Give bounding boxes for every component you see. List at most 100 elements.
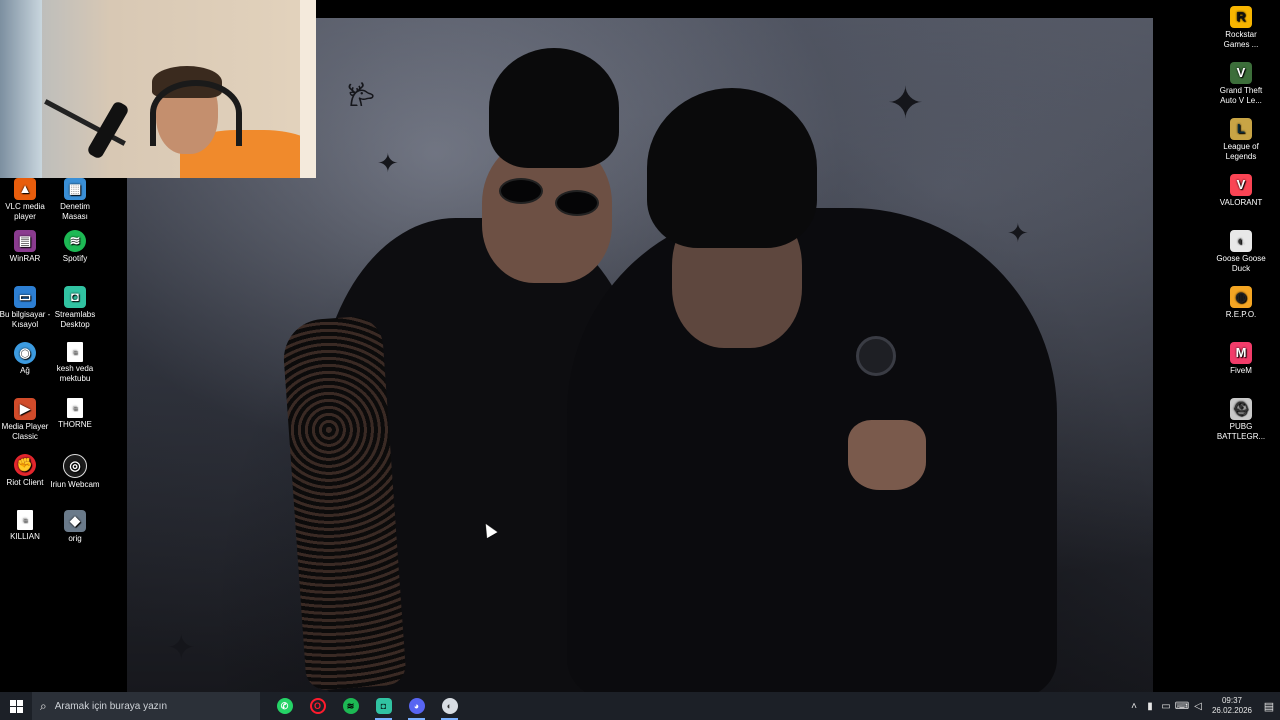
spotify-icon: ≋ [64,230,86,252]
desktop-icon-label: VALORANT [1219,198,1263,207]
desktop-icon-label: League of Legends [1223,142,1259,161]
spotify-icon: ≋ [342,698,359,714]
desktop-icon-label: Riot Client [6,478,44,487]
desktop-icon-label: orig [68,534,82,543]
desktop-icon-control-panel[interactable]: ▦ Denetim Masası [47,178,103,222]
iriun-webcam-icon: ◎ [63,454,87,478]
desktop-icon-label: Iriun Webcam [50,480,100,489]
volume-icon[interactable]: ◁ [1190,701,1206,712]
microphone [86,100,130,160]
valorant-icon: V [1230,174,1252,196]
desktop-icon-goose-goose-duck[interactable]: ◐ Goose Goose Duck [1213,230,1269,274]
rockstar-icon: R [1230,6,1252,28]
desktop-icon-media-player-classic[interactable]: ▶ Media Player Classic [0,398,53,442]
taskbar: ⌕ Aramak için buraya yazın ✆ O ≋ ◘ ◕ ◐ ˄… [0,692,1280,720]
desktop-icon-gta-v[interactable]: V Grand Theft Auto V Le... [1213,62,1269,106]
repo-icon: ◍ [1230,286,1252,308]
wall [300,0,316,178]
crow-decoration: ✦ [167,629,196,667]
image-file-icon: ◆ [64,510,86,532]
sunglasses-left [499,178,543,204]
text-file-icon: ≡ [17,510,33,530]
desktop-icon-label: KILLIAN [10,532,40,541]
taskbar-search-box[interactable]: ⌕ Aramak için buraya yazın [32,692,260,720]
network-icon[interactable]: ▭ [1158,701,1174,712]
desktop-icon-spotify[interactable]: ≋ Spotify [47,230,103,264]
desktop-icon-orig[interactable]: ◆ orig [47,510,103,544]
crow-decoration: 𐂂 [347,82,375,112]
search-icon: ⌕ [40,698,47,713]
clock-date: 26.02.2026 [1211,706,1253,715]
desktop-icon-label: WinRAR [9,254,41,263]
desktop-icon-label: PUBG BATTLEGR... [1216,422,1266,441]
text-file-icon: ≡ [67,342,83,362]
keyboard-icon[interactable]: ⌨ [1174,701,1190,712]
taskbar-app-opera[interactable]: O [301,692,334,720]
background-monitor [0,0,42,178]
system-tray: ˄ ▮ ▭ ⌨ ◁ 09:37 26.02.2026 ▤ [1126,692,1280,720]
media-player-classic-icon: ▶ [14,398,36,420]
crow-decoration: ✦ [377,148,399,178]
chevron-up-icon[interactable]: ˄ [1126,701,1142,712]
taskbar-app-spotify[interactable]: ≋ [334,692,367,720]
desktop-icon-winrar[interactable]: ▤ WinRAR [0,230,53,264]
start-button[interactable] [0,692,32,720]
desktop-icon-riot-client[interactable]: ✊ Riot Client [0,454,53,488]
desktop-icon-repo[interactable]: ◍ R.E.P.O. [1213,286,1269,320]
wristwatch [856,336,896,376]
taskbar-app-streamlabs[interactable]: ◘ [367,692,400,720]
hand [848,420,926,490]
discord-icon: ◕ [408,698,425,714]
taskbar-clock[interactable]: 09:37 26.02.2026 [1210,696,1254,716]
desktop-icon-thorne[interactable]: ≡ THORNE [47,398,103,430]
desktop-icon-network[interactable]: ◉ Ağ [0,342,53,376]
desktop-icon-this-pc[interactable]: ▭ Bu bilgisayar - Kısayol [0,286,53,330]
crow-decoration: ✦ [1007,218,1029,248]
control-panel-icon: ▦ [64,178,86,200]
search-placeholder: Aramak için buraya yazın [54,700,168,712]
desktop-icon-label: Ağ [20,366,30,375]
desktop-icon-label: kesh veda mektubu [56,364,94,383]
riot-client-icon: ✊ [14,454,36,476]
winrar-icon: ▤ [14,230,36,252]
gta-v-icon: V [1230,62,1252,84]
desktop-icon-pubg[interactable]: ⛑ PUBG BATTLEGR... [1213,398,1269,442]
desktop-icon-iriun-webcam[interactable]: ◎ Iriun Webcam [47,454,103,490]
desktop-icon-label: VLC media player [5,202,45,221]
goose-goose-duck-icon: ◐ [1230,230,1252,252]
desktop-icon-label: THORNE [58,420,92,429]
man-left-hair [489,48,619,168]
desktop-icon-label: R.E.P.O. [1225,310,1257,319]
streamlabs-icon: ◘ [64,286,86,308]
microphone-icon[interactable]: ▮ [1142,701,1158,712]
desktop-icon-kesh-veda-mektubu[interactable]: ≡ kesh veda mektubu [47,342,103,384]
desktop-icon-killian[interactable]: ≡ KILLIAN [0,510,53,542]
desktop-icon-label: Rockstar Games ... [1223,30,1259,49]
desktop-icon-vlc[interactable]: ▲ VLC media player [0,178,53,222]
league-of-legends-icon: L [1230,118,1252,140]
desktop-icon-label: Denetim Masası [60,202,90,221]
headset [150,80,242,146]
fivem-icon: M [1230,342,1252,364]
sunglasses-right [555,190,599,216]
streamlabs-icon: ◘ [375,698,392,714]
taskbar-app-whatsapp[interactable]: ✆ [268,692,301,720]
desktop-icon-streamlabs[interactable]: ◘ Streamlabs Desktop [47,286,103,330]
desktop-icon-valorant[interactable]: V VALORANT [1213,174,1269,208]
man-right-hair [647,88,817,248]
windows-logo-icon [9,699,23,713]
webcam-overlay [0,0,316,178]
desktop-icon-fivem[interactable]: M FiveM [1213,342,1269,376]
desktop-icon-league-of-legends[interactable]: L League of Legends [1213,118,1269,162]
network-icon: ◉ [14,342,36,364]
desktop-icon-label: Grand Theft Auto V Le... [1219,86,1263,105]
taskbar-app-discord[interactable]: ◕ [400,692,433,720]
man-right-figure [567,208,1057,698]
desktop-icon-label: Bu bilgisayar - Kısayol [0,310,51,329]
clock-time: 09:37 [1221,696,1243,705]
desktop-icon-rockstar[interactable]: R Rockstar Games ... [1213,6,1269,50]
pubg-icon: ⛑ [1230,398,1252,420]
taskbar-app-goose-goose-duck[interactable]: ◐ [433,692,466,720]
notification-icon[interactable]: ▤ [1258,700,1280,713]
opera-icon: O [309,698,326,714]
